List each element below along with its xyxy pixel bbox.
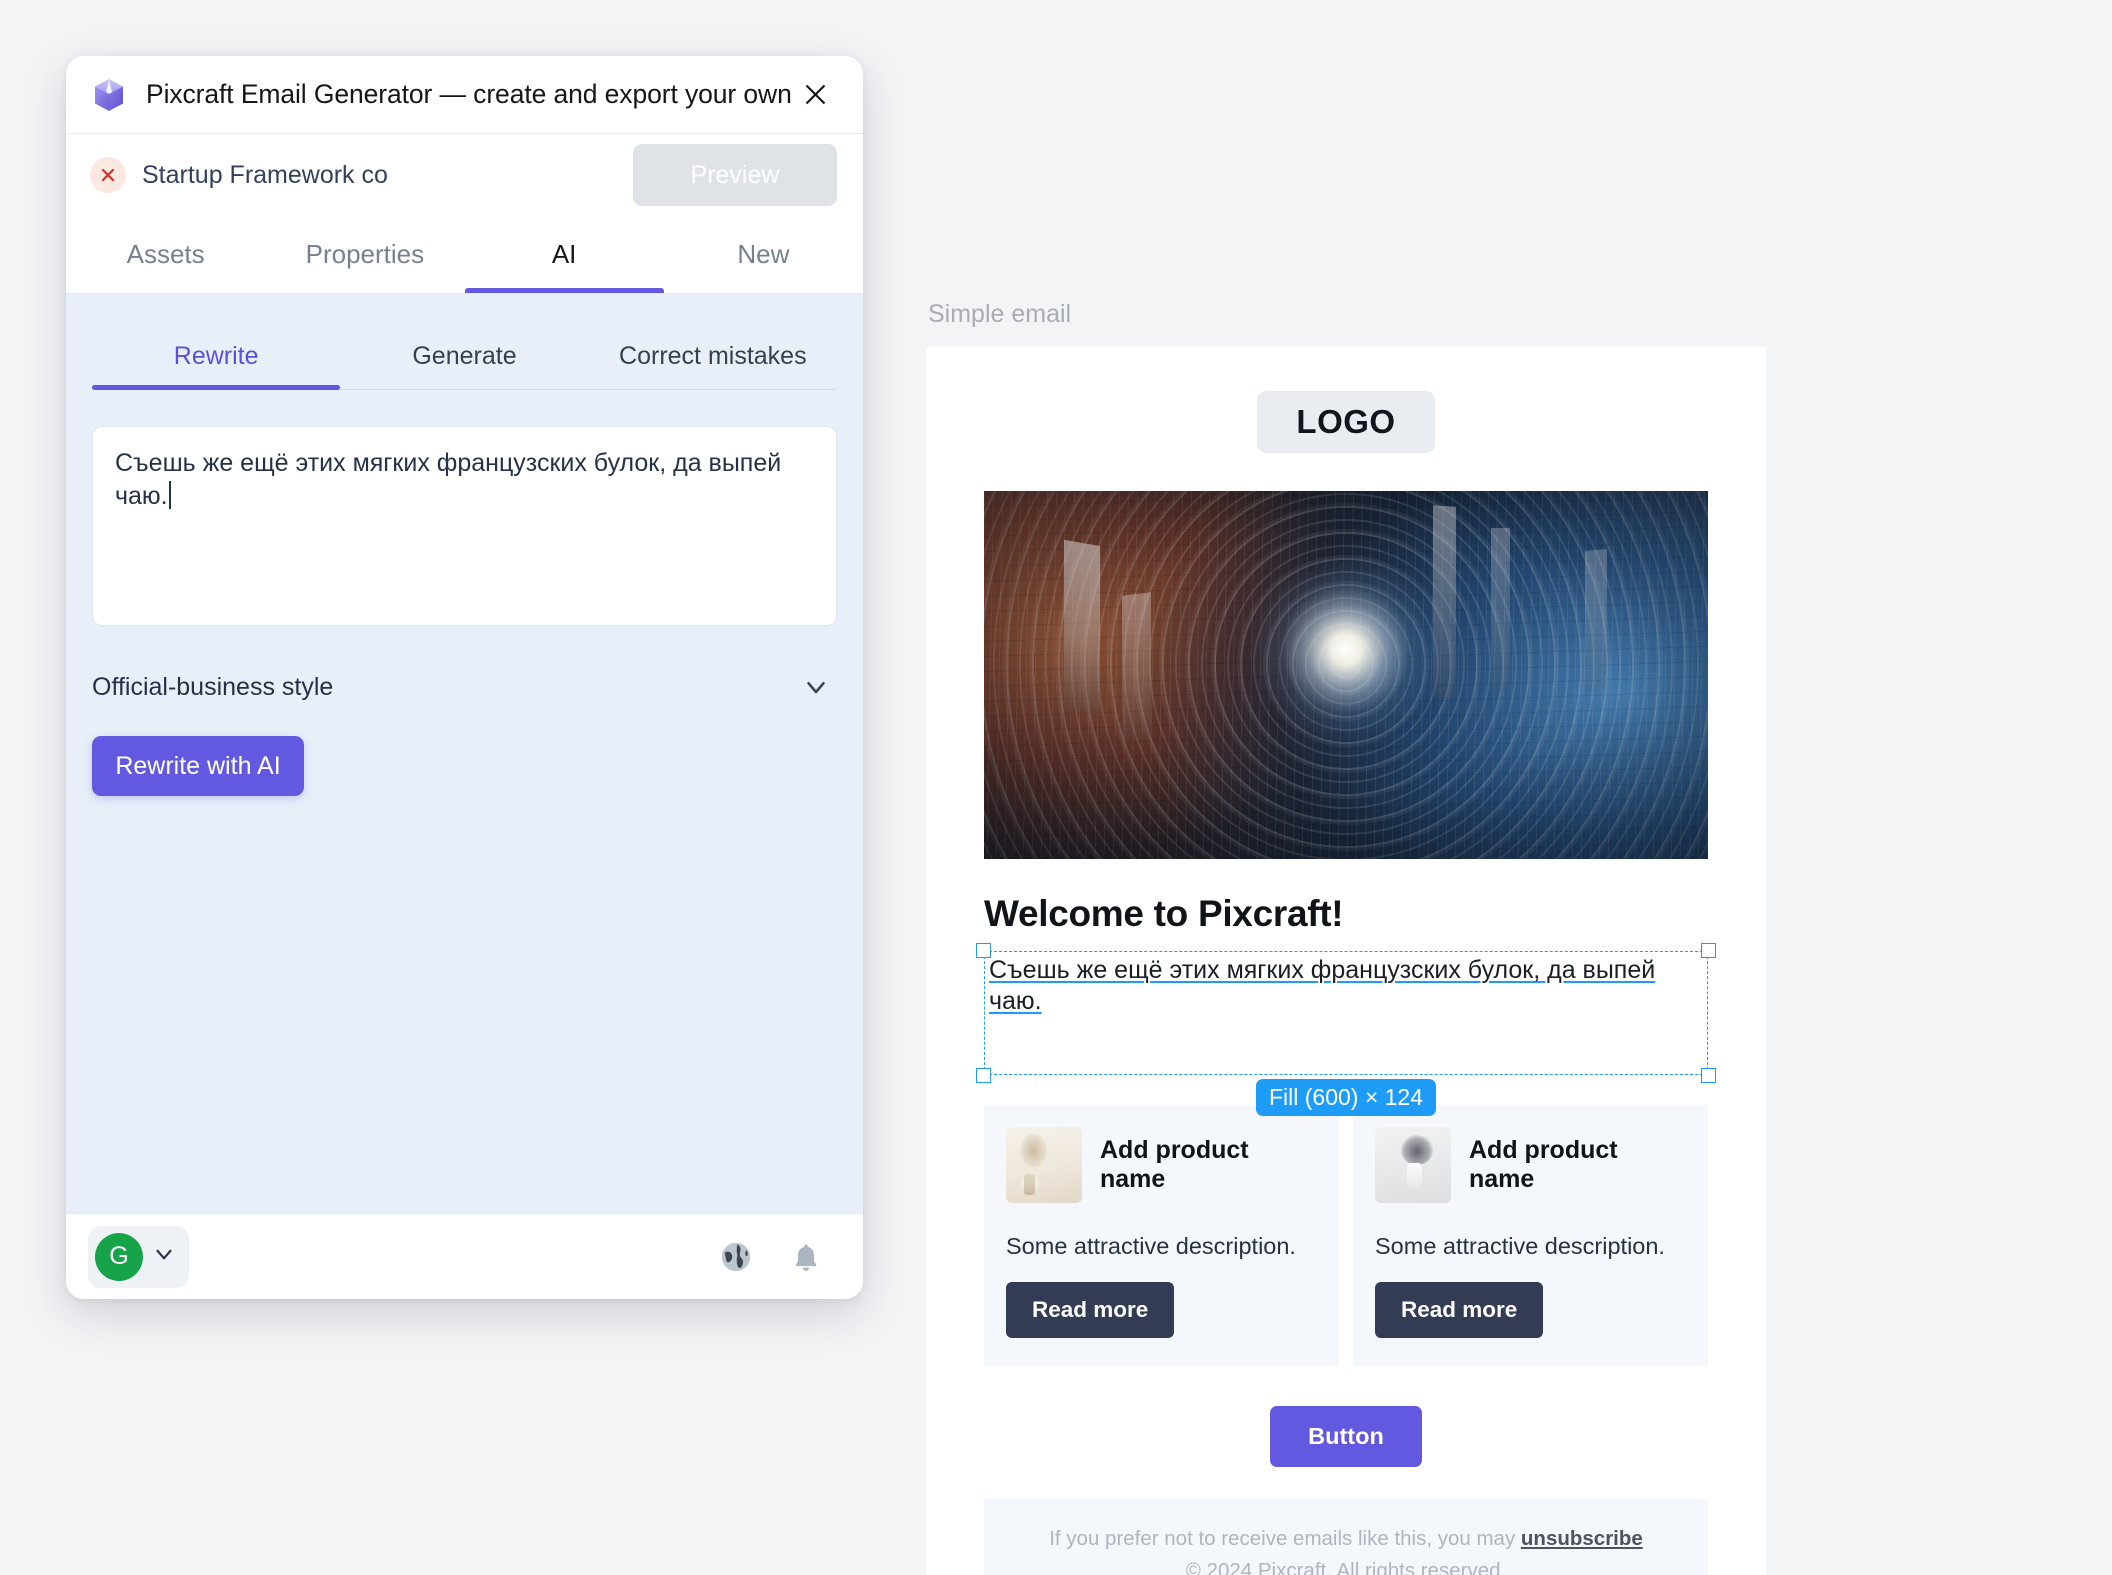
email-logo-block[interactable]: LOGO — [1257, 391, 1435, 453]
email-footer: If you prefer not to receive emails like… — [984, 1499, 1708, 1575]
style-select[interactable]: Official-business style — [92, 648, 837, 726]
document-name: Startup Framework co — [142, 160, 388, 189]
ai-text-input-value: Съешь же ещё этих мягких французских бул… — [115, 449, 782, 510]
cta-button[interactable]: Button — [1270, 1406, 1422, 1467]
product-card-head: Add product name — [1006, 1127, 1317, 1203]
sub-tab-generate[interactable]: Generate — [340, 342, 588, 389]
ai-panel-body: Rewrite Generate Correct mistakes Съешь … — [66, 294, 863, 1213]
bell-icon[interactable] — [783, 1234, 829, 1280]
product-description[interactable]: Some attractive description. — [1006, 1233, 1317, 1260]
canvas-label: Simple email — [928, 300, 1072, 328]
close-icon[interactable] — [793, 73, 837, 117]
canvas-area: Simple email LOGO Welcome to Pixcraft! С… — [926, 300, 1776, 1575]
email-footer-line1: If you prefer not to receive emails like… — [1049, 1527, 1521, 1550]
panel-body-spacer — [92, 796, 837, 1213]
avatar: G — [95, 1232, 143, 1281]
panel-title: Pixcraft Email Generator — create and ex… — [146, 79, 793, 109]
selected-text-block[interactable]: Съешь же ещё этих мягких французских бул… — [976, 943, 1716, 1116]
email-inner: LOGO Welcome to Pixcraft! Съешь же ещё э… — [976, 391, 1716, 1575]
email-heading[interactable]: Welcome to Pixcraft! — [984, 893, 1708, 935]
read-more-button[interactable]: Read more — [1006, 1282, 1175, 1338]
document-row: Startup Framework co Preview — [66, 134, 863, 216]
email-body-text: Съешь же ещё этих мягких французских бул… — [989, 956, 1656, 1015]
email-document[interactable]: LOGO Welcome to Pixcraft! Съешь же ещё э… — [926, 347, 1766, 1575]
sub-tab-correct-mistakes[interactable]: Correct mistakes — [589, 342, 837, 389]
ai-text-input[interactable]: Съешь же ещё этих мягких французских бул… — [92, 426, 837, 626]
plugin-panel: Pixcraft Email Generator — create and ex… — [66, 56, 863, 1299]
account-menu[interactable]: G — [88, 1225, 189, 1288]
tab-properties[interactable]: Properties — [265, 216, 464, 293]
resize-handle-icon[interactable] — [1701, 943, 1716, 958]
chevron-down-icon — [801, 672, 831, 702]
resize-handle-icon[interactable] — [976, 1068, 991, 1083]
product-card[interactable]: Add product name Some attractive descrip… — [1353, 1105, 1708, 1366]
ai-sub-tabs: Rewrite Generate Correct mistakes — [92, 294, 837, 390]
text-caret — [168, 481, 171, 509]
error-x-icon — [90, 157, 126, 193]
email-footer-line2: © 2024 Pixcraft. All rights reserved. — [1185, 1558, 1507, 1575]
selection-size-badge: Fill (600) × 124 — [1255, 1079, 1437, 1116]
unsubscribe-link[interactable]: unsubscribe — [1521, 1527, 1643, 1550]
preview-button[interactable]: Preview — [633, 144, 837, 206]
read-more-button[interactable]: Read more — [1375, 1282, 1544, 1338]
pixcraft-cube-logo-icon — [90, 76, 128, 114]
tab-ai[interactable]: AI — [464, 216, 665, 293]
abstract-fractal-city-vortex-image[interactable] — [984, 491, 1708, 859]
product-description[interactable]: Some attractive description. — [1375, 1233, 1686, 1260]
panel-footer: G — [66, 1213, 863, 1299]
sub-tab-rewrite[interactable]: Rewrite — [92, 342, 341, 390]
rewrite-with-ai-button[interactable]: Rewrite with AI — [92, 736, 304, 796]
chevron-down-icon — [151, 1241, 177, 1272]
product-name[interactable]: Add product name — [1469, 1136, 1686, 1194]
tab-new[interactable]: New — [664, 216, 863, 293]
product-cards-row: Add product name Some attractive descrip… — [984, 1105, 1708, 1366]
globe-icon[interactable] — [713, 1234, 759, 1280]
style-select-label: Official-business style — [92, 672, 334, 701]
cta-wrap: Button — [984, 1406, 1708, 1467]
product-photo-warm-icon[interactable] — [1006, 1127, 1082, 1203]
product-card[interactable]: Add product name Some attractive descrip… — [984, 1105, 1339, 1366]
tab-assets[interactable]: Assets — [66, 216, 265, 293]
resize-handle-icon[interactable] — [1701, 1068, 1716, 1083]
main-tabs: Assets Properties AI New — [66, 216, 863, 294]
product-card-head: Add product name — [1375, 1127, 1686, 1203]
product-name[interactable]: Add product name — [1100, 1136, 1317, 1194]
panel-titlebar: Pixcraft Email Generator — create and ex… — [66, 56, 863, 134]
resize-handle-icon[interactable] — [976, 943, 991, 958]
product-photo-gray-icon[interactable] — [1375, 1127, 1451, 1203]
